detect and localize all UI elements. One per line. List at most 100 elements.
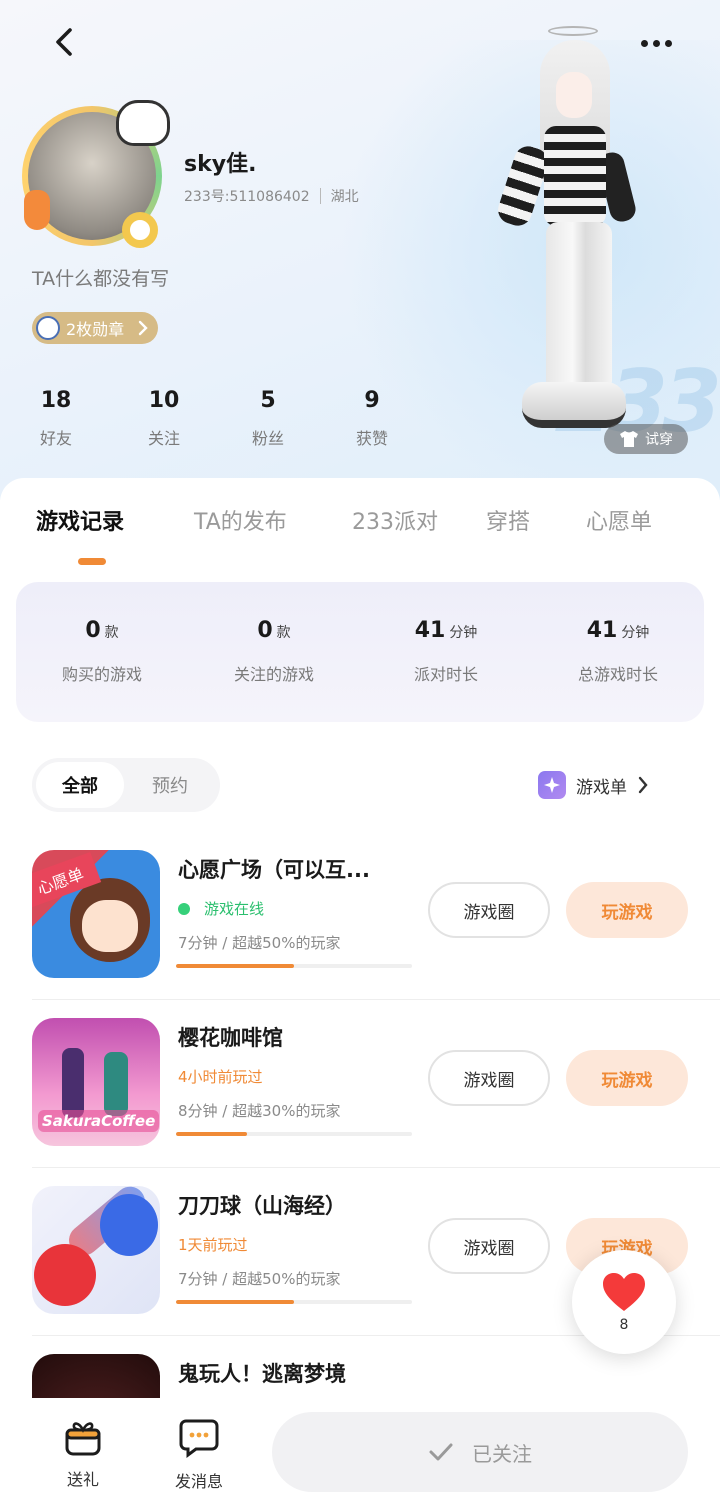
status-text: 1天前玩过 <box>178 1236 248 1254</box>
flower-decoration-icon <box>122 212 158 248</box>
tab-posts[interactable]: TA的发布 <box>194 504 287 536</box>
profile-header: 233 sky佳. 233号:511086402 湖北 TA什么都没有写 2枚勋… <box>0 0 720 500</box>
followed-label: 已关注 <box>472 1441 532 1466</box>
summary-value: 0 <box>257 618 273 643</box>
play-game-button[interactable]: 玩游戏 <box>566 1050 688 1106</box>
tab-bar: 游戏记录 TA的发布 233派对 穿搭 心愿单 <box>0 504 720 564</box>
stat-label: 获赞 <box>355 429 388 448</box>
game-status: 1天前玩过 <box>178 1234 248 1255</box>
checkmark-icon <box>429 1443 453 1461</box>
game-circle-button[interactable]: 游戏圈 <box>428 1050 550 1106</box>
user-location: 湖北 <box>330 189 359 205</box>
character-face <box>82 900 138 952</box>
stat-value: 9 <box>364 388 380 413</box>
tab-233-party[interactable]: 233派对 <box>352 504 438 536</box>
game-list-label: 游戏单 <box>576 777 627 798</box>
play-game-button[interactable]: 玩游戏 <box>566 882 688 938</box>
character-shoes <box>522 382 626 428</box>
game-status: 4小时前玩过 <box>178 1066 263 1087</box>
username: sky佳. <box>184 152 257 177</box>
stat-friends[interactable]: 18 好友 <box>0 388 112 449</box>
game-thumbnail[interactable]: SakuraCoffee <box>32 1018 160 1146</box>
chevron-right-icon <box>638 776 648 794</box>
profile-subinfo: 233号:511086402 湖北 <box>184 186 359 206</box>
game-list-link[interactable]: 游戏单 <box>538 770 649 800</box>
summary-label: 总游戏时长 <box>577 665 658 684</box>
game-row[interactable]: 心愿单 心愿广场（可以互... 游戏在线 7分钟 / 超越50%的玩家 游戏圈 … <box>32 832 720 1000</box>
try-on-button[interactable]: 试穿 <box>604 424 688 454</box>
stat-value: 5 <box>260 388 276 413</box>
summary-total-play-time: 41 分钟 总游戏时长 <box>532 582 704 722</box>
summary-purchased-games: 0款 购买的游戏 <box>16 582 188 722</box>
stat-followers[interactable]: 5 粉丝 <box>216 388 320 449</box>
game-title: 刀刀球（山海经） <box>178 1194 346 1218</box>
progress-fill <box>176 1300 294 1304</box>
summary-unit: 分钟 <box>621 625 650 641</box>
game-row[interactable]: SakuraCoffee 樱花咖啡馆 4小时前玩过 8分钟 / 超越30%的玩家… <box>32 1000 720 1168</box>
stat-label: 好友 <box>39 429 72 448</box>
tab-outfits[interactable]: 穿搭 <box>486 504 530 536</box>
character-figure <box>104 1052 128 1116</box>
avatar-3d-character[interactable] <box>494 26 656 436</box>
summary-unit: 款 <box>104 625 119 641</box>
progress-bar <box>176 1132 412 1136</box>
shirt-icon <box>620 431 638 447</box>
halo-decoration <box>548 26 598 36</box>
game-summary: 0款 购买的游戏 0款 关注的游戏 41 分钟 派对时长 41 分钟 总游戏时长 <box>16 582 704 722</box>
game-thumbnail[interactable] <box>32 1186 160 1314</box>
gift-icon <box>65 1422 101 1456</box>
badges-button[interactable]: 2枚勋章 <box>32 312 159 344</box>
game-circle-button[interactable]: 游戏圈 <box>428 1218 550 1274</box>
filter-reserve[interactable]: 预约 <box>124 762 216 808</box>
game-playtime: 7分钟 / 超越50%的玩家 <box>178 934 341 952</box>
summary-label: 购买的游戏 <box>61 665 142 684</box>
send-gift-label: 送礼 <box>66 1470 99 1489</box>
stat-following[interactable]: 10 关注 <box>112 388 216 449</box>
send-gift-button[interactable]: 送礼 <box>38 1418 128 1490</box>
game-playtime: 8分钟 / 超越30%的玩家 <box>178 1102 341 1120</box>
filter-segmented-control: 全部 预约 <box>32 758 220 812</box>
summary-value: 41 <box>414 618 446 643</box>
medal-icon <box>36 316 60 340</box>
chat-bubble-icon <box>179 1419 219 1458</box>
dot-icon <box>664 39 672 47</box>
summary-unit: 款 <box>276 625 291 641</box>
game-title: 心愿广场（可以互... <box>178 858 370 882</box>
game-title: 鬼玩人！逃离梦境 <box>178 1362 346 1386</box>
summary-followed-games: 0款 关注的游戏 <box>188 582 360 722</box>
summary-value: 0 <box>85 618 101 643</box>
followed-button[interactable]: 已关注 <box>272 1412 688 1492</box>
chevron-right-icon <box>138 320 148 336</box>
character-face <box>556 72 592 118</box>
character-outfit <box>544 126 606 226</box>
tab-wishlist[interactable]: 心愿单 <box>586 504 652 536</box>
try-on-label: 试穿 <box>645 432 673 448</box>
tab-game-records[interactable]: 游戏记录 <box>36 504 124 536</box>
like-button[interactable]: 8 <box>572 1250 676 1354</box>
profile-stats: 18 好友 10 关注 5 粉丝 9 获赞 <box>0 388 424 449</box>
avatar[interactable] <box>22 100 172 250</box>
progress-fill <box>176 1132 247 1136</box>
sparkle-icon <box>538 771 566 799</box>
stat-likes[interactable]: 9 获赞 <box>320 388 424 449</box>
summary-label: 派对时长 <box>413 665 478 684</box>
stat-value: 18 <box>40 388 72 413</box>
user-bio: TA什么都没有写 <box>32 268 170 290</box>
progress-fill <box>176 964 294 968</box>
send-message-button[interactable]: 发消息 <box>154 1418 244 1492</box>
game-playtime: 7分钟 / 超越50%的玩家 <box>178 1270 341 1288</box>
progress-bar <box>176 964 412 968</box>
back-button[interactable] <box>44 22 84 62</box>
game-thumbnail[interactable]: 心愿单 <box>32 850 160 978</box>
game-title: 樱花咖啡馆 <box>178 1026 283 1050</box>
game-status: 游戏在线 <box>178 898 264 919</box>
game-circle-button[interactable]: 游戏圈 <box>428 882 550 938</box>
status-text: 4小时前玩过 <box>178 1068 263 1086</box>
like-count: 8 <box>619 1317 629 1333</box>
summary-unit: 分钟 <box>449 625 478 641</box>
online-dot-icon <box>178 902 190 915</box>
red-ball-icon <box>34 1244 96 1306</box>
summary-party-time: 41 分钟 派对时长 <box>360 582 532 722</box>
bottom-action-bar: 送礼 发消息 已关注 <box>0 1398 720 1500</box>
filter-all[interactable]: 全部 <box>36 762 124 808</box>
